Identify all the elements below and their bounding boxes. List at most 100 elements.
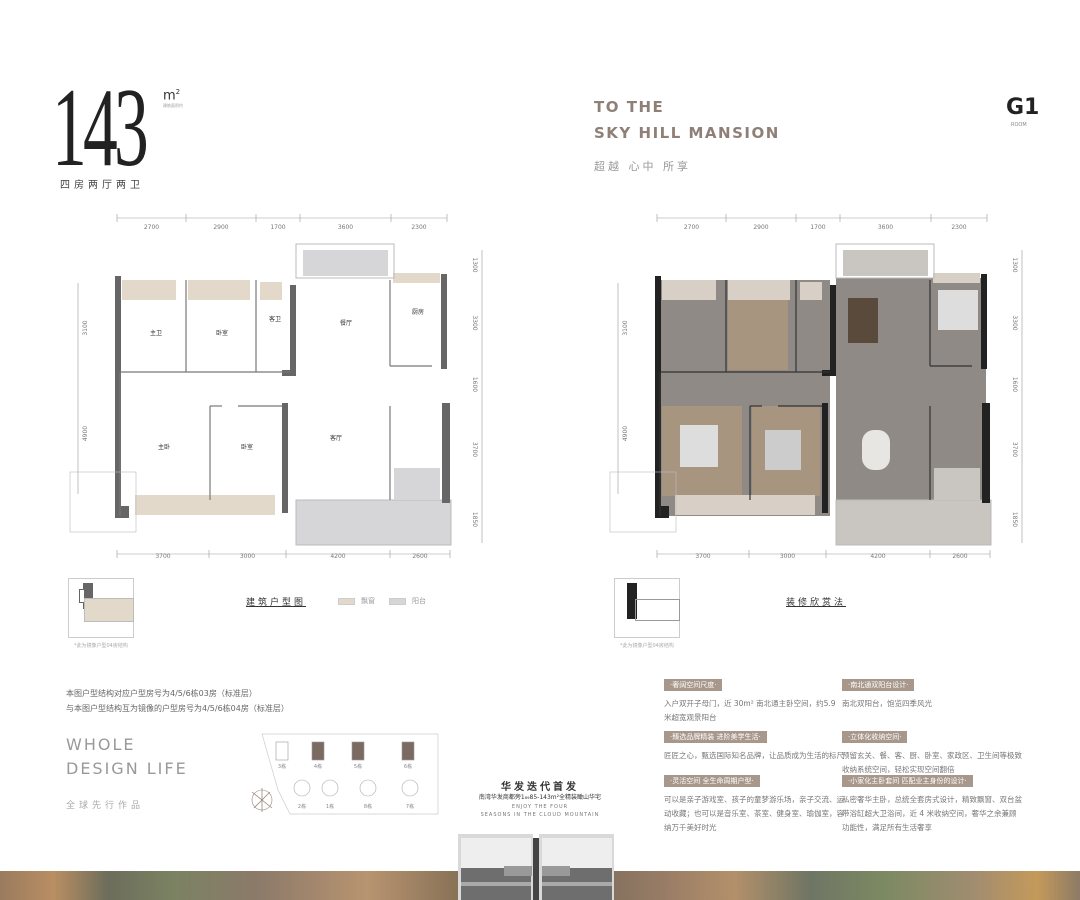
sofa — [862, 430, 890, 470]
balcony-north — [303, 250, 388, 276]
room-label-guest_bath: 客卫 — [269, 315, 281, 323]
area-unit: m2 — [163, 88, 180, 103]
structure-note-1: 本图户型结构对应户型房号为4/5/6栋03房（标准层） — [66, 689, 257, 698]
layout-label: 四房两厅两卫 — [60, 180, 144, 191]
building-label: 2栋 — [298, 803, 306, 810]
room-label-master_bed: 主卧 — [158, 443, 170, 451]
balcony-south — [295, 499, 452, 546]
feature-tag: ·奢阔空间尺度· — [664, 679, 723, 691]
promo-en1: ENJOY THE FOUR — [511, 804, 569, 810]
dim-label-right: 1850 — [1011, 512, 1018, 527]
bedroom-floor — [728, 300, 788, 370]
building-marker — [311, 741, 325, 761]
wall — [981, 274, 987, 369]
promo-en2: SEASONS IN THE CLOUD MOUNTAIN — [480, 812, 600, 818]
dim-label-top: 2900 — [753, 224, 768, 231]
area-number: 143 — [52, 66, 149, 190]
dim-label-left: 3100 — [82, 320, 89, 335]
feature-tag: ·灵活空间 全生命周期户型· — [664, 775, 760, 787]
dim-label-top: 2700 — [684, 224, 699, 231]
bay-window — [662, 280, 716, 300]
title-line2: SKY HILL MANSION — [594, 124, 780, 142]
balcony-north — [843, 250, 928, 276]
wall — [830, 285, 836, 375]
dim-label-bottom: 3700 — [695, 553, 710, 560]
dim-label-top: 1700 — [810, 224, 825, 231]
feature-tag: ·臻选品牌精装 进阶美学生活· — [664, 731, 767, 743]
mirror-note-right: *此为镜像户型04房结构 — [620, 643, 674, 649]
wall — [441, 274, 447, 369]
wall — [822, 370, 836, 376]
title-line1: TO THE — [594, 98, 665, 116]
room-label-living: 客厅 — [330, 434, 342, 442]
dim-label-bottom: 4200 — [870, 553, 885, 560]
feature-text: 私密奢华主卧，总统全套房式设计，精致飘窗、双台盆带浴缸超大卫浴间，近 4 米收纳… — [842, 795, 1022, 832]
dim-label-top: 3600 — [878, 224, 893, 231]
structure-note-2: 与本图户型结构互为镜像的户型房号为4/5/6栋04房（标准层） — [66, 704, 289, 713]
slogan: 超越 心中 所享 — [594, 160, 691, 173]
dim-label-top: 2900 — [213, 224, 228, 231]
bay-window — [393, 273, 440, 283]
dim-label-left: 3100 — [622, 320, 629, 335]
plan-left-caption: 建筑户型图 — [246, 598, 307, 608]
building-label: 6栋 — [404, 763, 412, 770]
key-plan-inset-right — [614, 578, 680, 638]
bay-window — [135, 495, 275, 515]
balcony-south-ext — [934, 468, 980, 500]
wall — [282, 370, 296, 376]
bed — [765, 430, 801, 470]
legend-swatch-bay — [338, 597, 355, 605]
room-label-kitchen: 厨房 — [412, 308, 424, 316]
building-label: 1栋 — [326, 803, 334, 810]
dim-label-top: 1700 — [270, 224, 285, 231]
wall — [822, 403, 828, 513]
balcony-south-ext — [394, 468, 440, 500]
wall — [442, 403, 450, 503]
bay-window — [675, 495, 815, 515]
building-marker — [293, 779, 311, 797]
feature-text: 匠匠之心，甄选国际知名品牌，让品质成为生活的标尺 — [664, 751, 844, 760]
dim-label-bottom: 3700 — [155, 553, 170, 560]
feature-text: 南北双阳台，饱览四季风光 — [842, 699, 932, 708]
bed — [680, 425, 718, 467]
building-label: 8栋 — [364, 803, 372, 810]
dim-label-right: 3700 — [471, 442, 478, 457]
feature-item: ·小家化主卧套间 匹配业主身份的设计· 私密奢华主卧，总统全套房式设计，精致飘窗、… — [842, 768, 1022, 835]
dim-label-top: 2300 — [951, 224, 966, 231]
dim-label-top: 3600 — [338, 224, 353, 231]
room-label-master_bath: 主卫 — [150, 329, 162, 337]
building-label: 5栋 — [354, 763, 362, 770]
dim-label-bottom: 3000 — [780, 553, 795, 560]
key-plan-inset-left — [68, 578, 134, 638]
balcony-south — [835, 499, 992, 546]
decorated-floor-plan: 2700 2900 1700 3600 2300 3700 3000 4200 2600 3100… — [609, 214, 1023, 560]
plan-right-caption: 装修欣赏法 — [786, 598, 847, 608]
dim-label-bottom: 4200 — [330, 553, 345, 560]
dim-label-left: 4900 — [82, 426, 89, 441]
building-label: 3栋 — [278, 763, 286, 770]
wall — [982, 403, 990, 503]
site-map: 3栋 4栋 5栋 6栋 2栋 1栋 8栋 7栋 — [251, 733, 439, 815]
promo-title: 华发迭代首发 — [501, 782, 579, 793]
dim-label-bottom: 2600 — [412, 553, 427, 560]
feature-tag: ·小家化主卧套间 匹配业主身份的设计· — [842, 775, 973, 787]
tagline-line1: WHOLE — [66, 735, 136, 754]
feature-item: ·灵活空间 全生命周期户型· 可以是亲子游戏室、孩子的童梦游乐场，亲子交流、运动收… — [664, 768, 844, 835]
legend-label-bay: 飘窗 — [361, 597, 375, 605]
feature-text: 入户双开子母门，近 30m² 南北通主卧空间，约5.9 米超宽观景阳台 — [664, 699, 836, 722]
dim-label-right: 1600 — [1011, 377, 1018, 392]
dim-label-left: 4900 — [622, 426, 629, 441]
building-label: 4栋 — [314, 763, 322, 770]
building-label: 7栋 — [406, 803, 414, 810]
building-marker — [351, 741, 365, 761]
dim-label-right: 3300 — [1011, 315, 1018, 330]
room-label-dining: 餐厅 — [340, 319, 352, 327]
wall — [655, 506, 669, 518]
unit-code: G1 — [1006, 95, 1040, 120]
compass-icon — [251, 788, 273, 812]
dim-label-right: 1300 — [1011, 257, 1018, 272]
dim-label-bottom: 3000 — [240, 553, 255, 560]
building-marker — [321, 779, 339, 797]
legend-label-balcony: 阳台 — [412, 597, 426, 605]
dim-label-right: 1600 — [471, 377, 478, 392]
